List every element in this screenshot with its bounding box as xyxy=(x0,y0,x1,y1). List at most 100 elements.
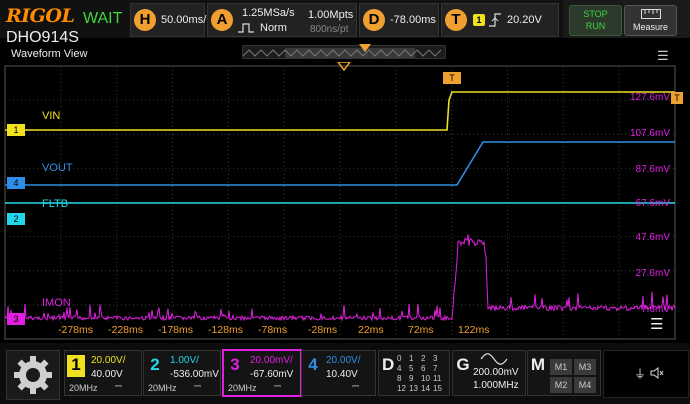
ch4-scale: 20.00V/ xyxy=(326,355,361,366)
x-axis-label: -128ms xyxy=(208,324,244,336)
digital-bit-label: 9 xyxy=(409,374,414,383)
acquisition-status: WAIT xyxy=(83,10,123,27)
x-axis-label: 22ms xyxy=(358,324,384,336)
x-axis-label: -228ms xyxy=(108,324,144,336)
stop-run-button[interactable]: STOP RUN xyxy=(569,5,622,36)
math-m2[interactable]: M2 xyxy=(550,377,572,393)
ch3-bandwidth: 20MHz xyxy=(228,383,257,393)
horizontal-scale-box[interactable]: H 50.00ms/ xyxy=(130,3,207,37)
sample-rate: 1.25MSa/s xyxy=(242,7,295,19)
gear-tooth xyxy=(30,387,36,394)
rising-edge-icon xyxy=(489,13,501,27)
sine-wave-icon xyxy=(480,353,508,365)
digital-bit-label: 14 xyxy=(421,384,430,393)
ch1-label: VIN xyxy=(42,110,61,122)
ch4-offset: 10.40V xyxy=(326,369,358,380)
ch1-number: 1 xyxy=(67,355,85,377)
digital-bit-label: 7 xyxy=(433,364,438,373)
digital-bit-label: 3 xyxy=(433,354,438,363)
math-m3[interactable]: M3 xyxy=(574,359,596,375)
gear-tooth xyxy=(30,356,36,363)
expand-menu-icon[interactable]: ☰ xyxy=(650,315,663,333)
acquire-box[interactable]: A 1.25MSa/s 1.00Mpts Norm 800ns/pt xyxy=(207,3,357,37)
y-axis-label: 87.6mV xyxy=(635,164,670,175)
ch3-number: 3 xyxy=(230,355,240,374)
timebase-value: 50.00ms/ xyxy=(161,14,207,26)
memory-depth: 1.00Mpts xyxy=(308,9,354,21)
y-axis-label: 107.6mV xyxy=(629,128,670,139)
ch3-coupling-icon: ⎓ xyxy=(274,381,282,391)
ch2-offset: -536.00mV xyxy=(170,369,219,380)
ch3-offset-marker[interactable]: 3 xyxy=(7,313,25,325)
ch2-coupling-icon: ⎓ xyxy=(194,381,202,391)
trigger-level-right-marker[interactable]: T xyxy=(671,92,683,104)
math-box[interactable]: M M1 M3 M2 M4 xyxy=(527,350,601,396)
digital-bit-label: 10 xyxy=(421,374,430,383)
gear-tooth xyxy=(14,372,21,378)
x-axis-label: -278ms xyxy=(58,324,94,336)
trigger-key-icon: T xyxy=(445,9,467,31)
digital-bit-label: 5 xyxy=(409,364,414,373)
ch4-offset-marker[interactable]: 4 xyxy=(7,177,25,189)
x-axis-label: -28ms xyxy=(308,324,338,336)
trigger-source-badge: 1 xyxy=(473,14,485,26)
digital-bit-label: 4 xyxy=(397,364,402,373)
ch1-settings[interactable]: 1 20.00V/ 40.00V 20MHz ⎓ xyxy=(64,350,142,396)
digital-bit-label: 1 xyxy=(409,354,414,363)
memory-overview-bar[interactable] xyxy=(242,45,446,59)
digital-bit-label: 0 xyxy=(397,354,402,363)
digital-bit-label: 15 xyxy=(433,384,442,393)
delay-box[interactable]: D -78.00ms xyxy=(359,3,439,37)
ch3-label: IMON xyxy=(42,297,71,309)
math-key: M xyxy=(530,355,546,374)
ch3-trace xyxy=(4,234,676,322)
usb-icon[interactable]: ⏚ xyxy=(634,365,646,382)
digital-key: D xyxy=(382,355,395,374)
acquire-mode-icon xyxy=(238,23,254,33)
math-m1[interactable]: M1 xyxy=(550,359,572,375)
overview-trigger-marker-icon xyxy=(359,44,371,52)
acquire-mode: Norm xyxy=(260,22,287,34)
run-label: RUN xyxy=(585,21,606,31)
delay-key-icon: D xyxy=(363,9,385,31)
ch2-offset-marker[interactable]: 2 xyxy=(7,213,25,225)
ch1-bandwidth: 20MHz xyxy=(69,383,98,393)
digital-channels-box[interactable]: D 0 1 2 3 4 5 6 7 8 9 10 11 12 13 14 15 xyxy=(378,350,450,396)
horizontal-key-icon: H xyxy=(134,9,156,31)
ch3-settings[interactable]: 3 20.00mV/ -67.60mV 20MHz ⎓ xyxy=(222,349,302,397)
sample-interval: 800ns/pt xyxy=(310,24,349,35)
ch4-settings[interactable]: 4 20.00V/ 10.40V ⎓ xyxy=(301,350,376,396)
ch2-settings[interactable]: 2 1.00V/ -536.00mV 20MHz ⎓ xyxy=(143,350,221,396)
measure-label: Measure xyxy=(632,22,668,32)
math-m4[interactable]: M4 xyxy=(574,377,596,393)
utility-tray: ⏚ xyxy=(603,350,689,398)
waveform-grid[interactable] xyxy=(0,62,677,341)
ruler-icon xyxy=(641,9,661,19)
trigger-position-marker-icon[interactable] xyxy=(337,62,351,71)
y-axis-label: 67.6mV xyxy=(635,198,670,209)
ch4-number: 4 xyxy=(308,355,318,374)
ch2-bandwidth: 20MHz xyxy=(148,383,177,393)
generator-box[interactable]: G 200.00mV 1.000MHz xyxy=(452,350,526,396)
y-axis-label: 7.6mV xyxy=(641,304,670,315)
ch1-offset-marker[interactable]: 1 xyxy=(7,124,25,136)
trigger-box[interactable]: T 1 20.20V xyxy=(441,3,559,37)
trigger-level-marker[interactable]: T xyxy=(443,72,461,84)
generator-key: G xyxy=(456,355,470,374)
ch3-offset: -67.60mV xyxy=(250,369,294,380)
speaker-mute-icon[interactable] xyxy=(650,367,664,379)
ch3-scale: 20.00mV/ xyxy=(250,355,293,366)
x-axis-label: -178ms xyxy=(158,324,194,336)
overview-waveform xyxy=(242,48,442,58)
home-button[interactable] xyxy=(6,350,60,400)
digital-bit-label: 8 xyxy=(397,374,402,383)
gear-icon xyxy=(14,356,52,394)
ch1-coupling-icon: ⎓ xyxy=(115,381,123,391)
ch1-scale: 20.00V/ xyxy=(91,355,126,366)
measure-button[interactable]: Measure xyxy=(624,5,677,36)
digital-bit-label: 6 xyxy=(421,364,426,373)
gear-tooth xyxy=(45,372,52,378)
stop-label: STOP xyxy=(583,9,608,19)
generator-frequency: 1.000MHz xyxy=(473,380,519,391)
model-name: DHO914S xyxy=(6,29,79,46)
